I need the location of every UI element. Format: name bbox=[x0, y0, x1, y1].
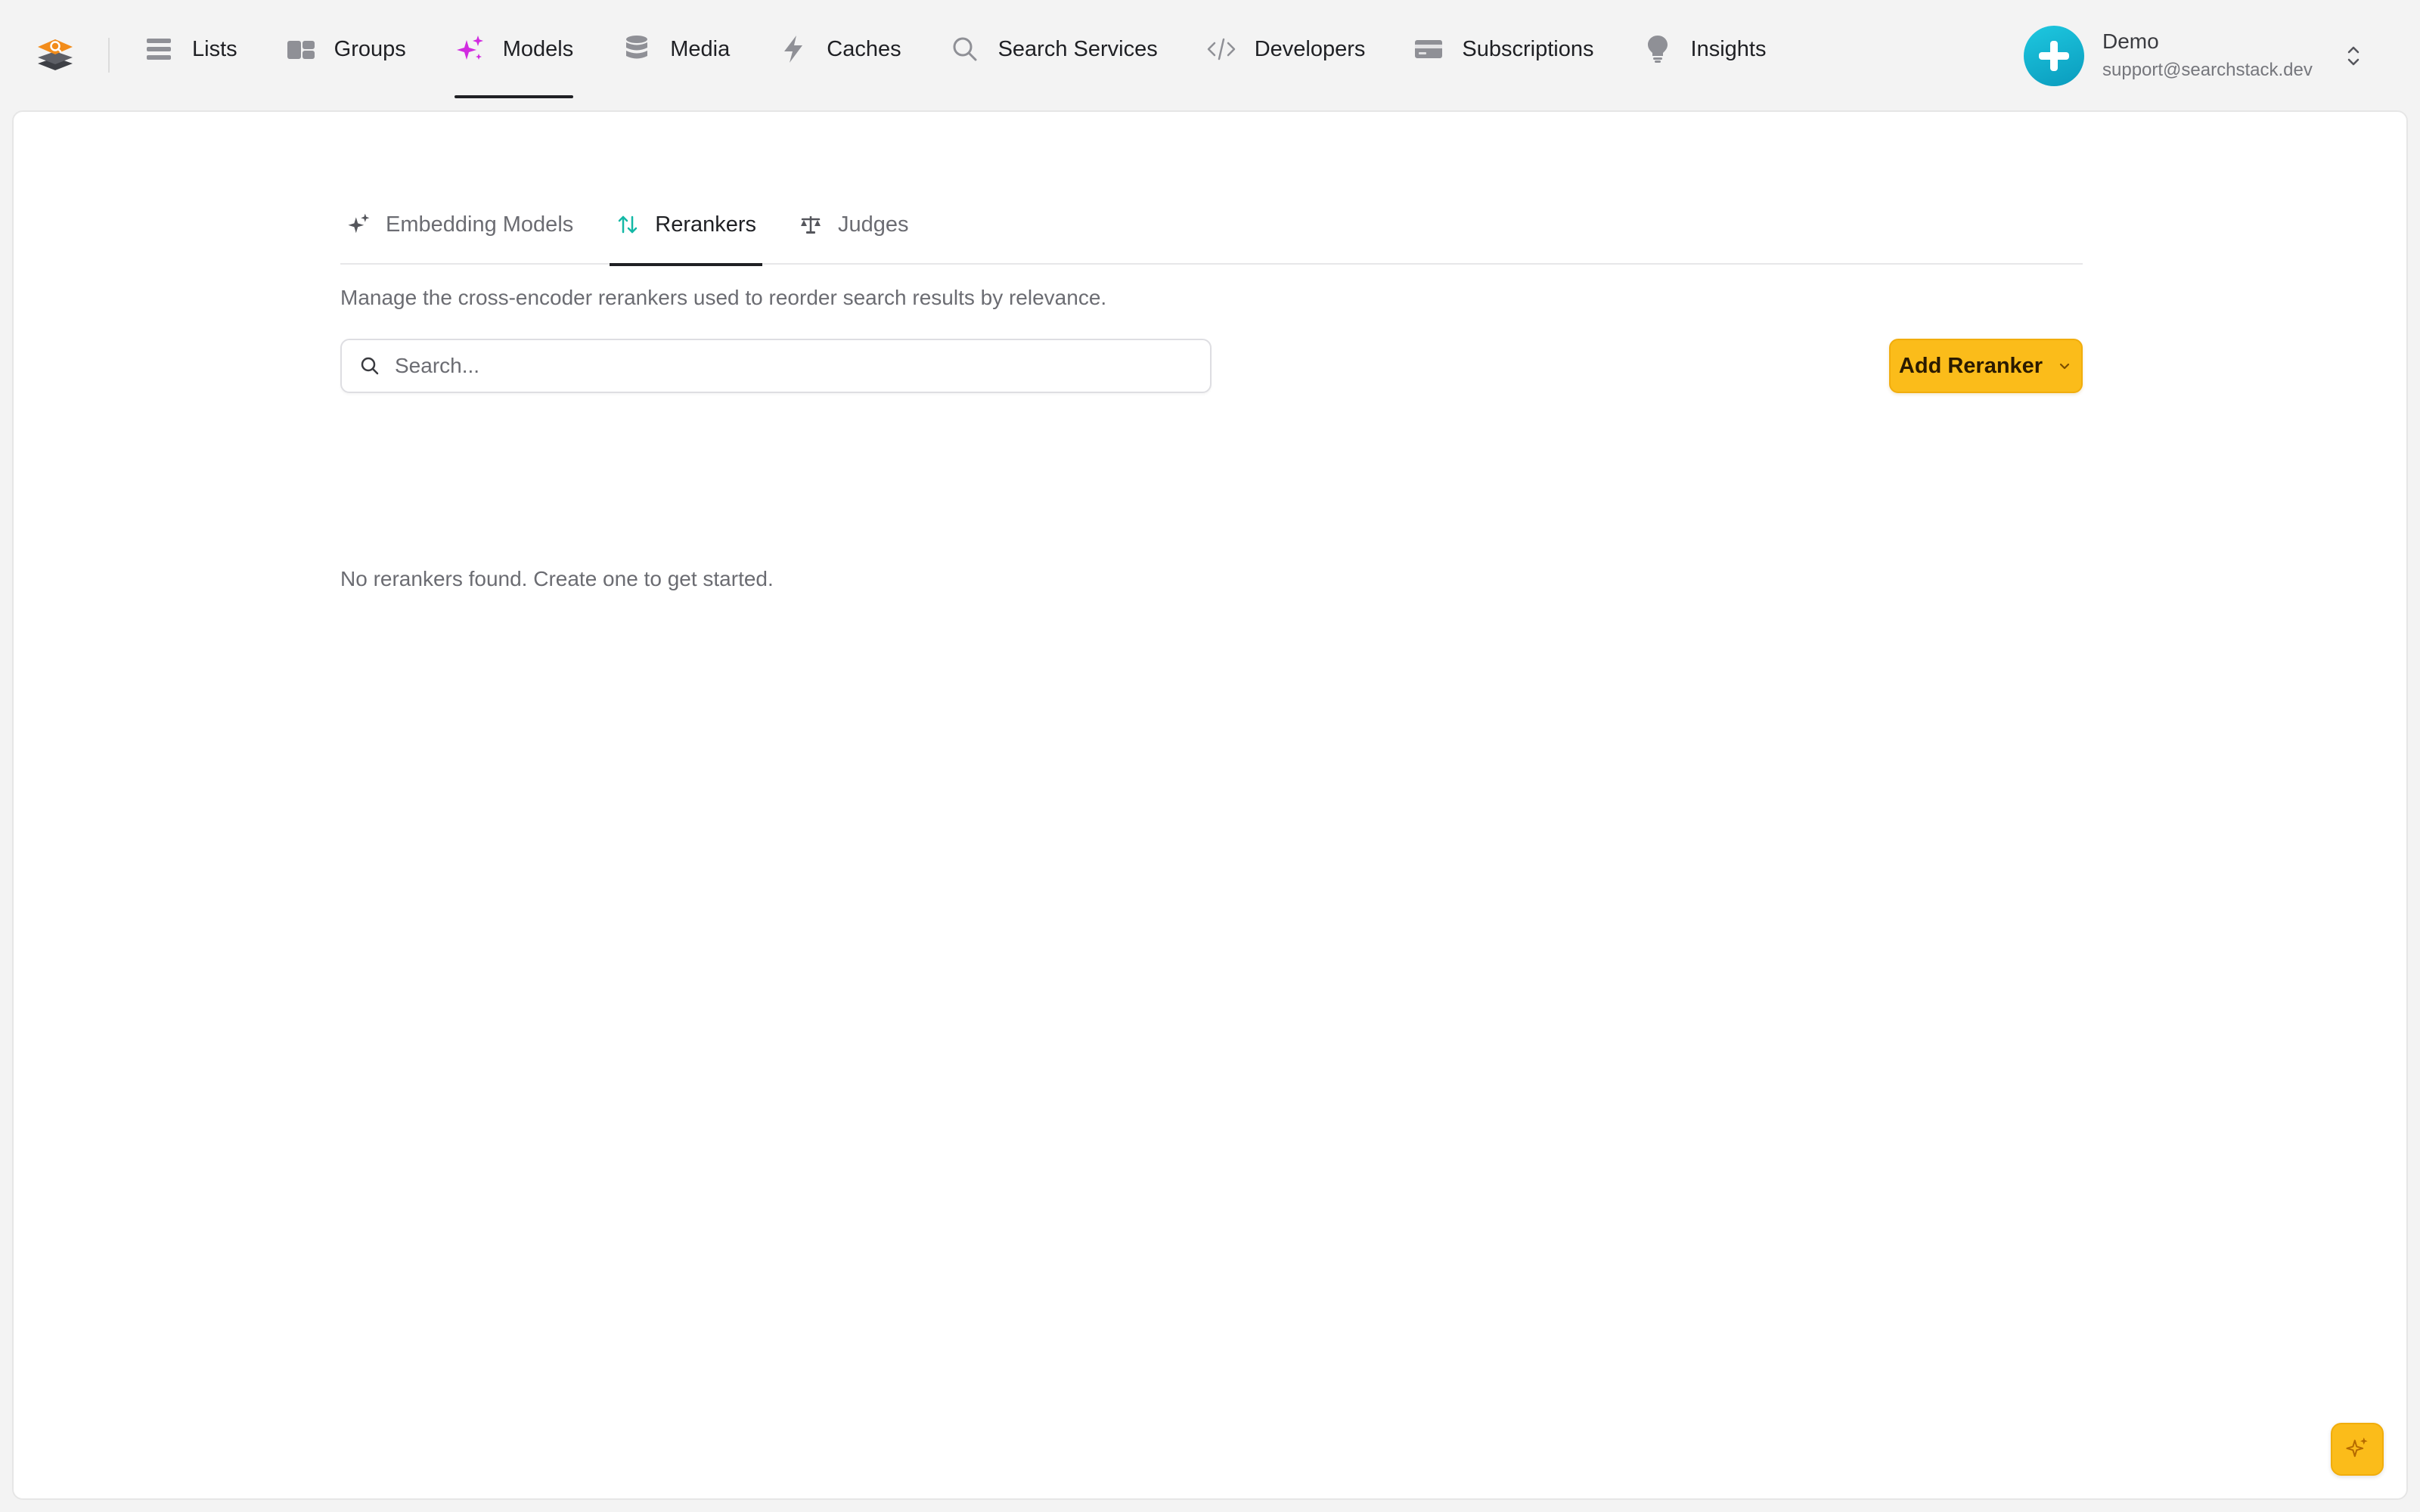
tab-rerankers[interactable]: Rerankers bbox=[610, 184, 762, 266]
account-info: Demo support@searchstack.dev bbox=[2102, 27, 2313, 85]
sparkles-icon bbox=[346, 212, 371, 237]
tab-label: Judges bbox=[838, 212, 909, 237]
groups-icon bbox=[286, 34, 316, 64]
top-navigation: Lists Groups Models Media Caches Search … bbox=[0, 0, 2420, 110]
sort-arrows-icon bbox=[616, 212, 640, 237]
nav-item-insights[interactable]: Insights bbox=[1643, 0, 1767, 98]
models-tabs: Embedding Models Rerankers Judges bbox=[340, 184, 2083, 266]
nav-item-label: Search Services bbox=[997, 36, 1158, 61]
nav-item-label: Developers bbox=[1254, 36, 1366, 61]
tab-judges[interactable]: Judges bbox=[793, 184, 915, 265]
nav-item-models[interactable]: Models bbox=[454, 0, 574, 98]
nav-item-label: Groups bbox=[334, 36, 406, 61]
nav-item-groups[interactable]: Groups bbox=[286, 0, 406, 98]
add-reranker-button[interactable]: Add Reranker bbox=[1889, 339, 2083, 393]
add-reranker-label: Add Reranker bbox=[1898, 353, 2043, 378]
scale-icon bbox=[799, 212, 823, 237]
empty-state-message: No rerankers found. Create one to get st… bbox=[340, 567, 774, 590]
nav-item-lists[interactable]: Lists bbox=[144, 0, 237, 98]
tab-label: Embedding Models bbox=[386, 212, 574, 237]
main-card: Embedding Models Rerankers Judges Manage… bbox=[12, 110, 2408, 1500]
logo-divider bbox=[108, 38, 110, 73]
nav-item-label: Media bbox=[670, 36, 731, 61]
search-icon bbox=[950, 34, 980, 64]
nav-item-media[interactable]: Media bbox=[622, 0, 730, 98]
nav-item-label: Lists bbox=[192, 36, 237, 61]
database-icon bbox=[622, 34, 652, 64]
nav-item-label: Caches bbox=[827, 36, 901, 61]
page-description: Manage the cross-encoder rerankers used … bbox=[340, 286, 1107, 309]
account-switcher[interactable]: Demo support@searchstack.dev bbox=[2024, 24, 2379, 88]
sparkles-icon bbox=[455, 34, 485, 64]
sparkles-icon bbox=[2345, 1436, 2369, 1464]
tab-embedding-models[interactable]: Embedding Models bbox=[340, 184, 579, 265]
bolt-icon bbox=[778, 34, 808, 64]
nav-item-developers[interactable]: Developers bbox=[1206, 0, 1366, 98]
nav-item-label: Models bbox=[502, 36, 574, 61]
nav-item-subscriptions[interactable]: Subscriptions bbox=[1413, 0, 1594, 98]
avatar bbox=[2024, 26, 2084, 86]
account-name: Demo bbox=[2102, 29, 2159, 53]
lightbulb-icon bbox=[1643, 34, 1673, 64]
nav-item-caches[interactable]: Caches bbox=[778, 0, 901, 98]
logo-icon[interactable] bbox=[35, 35, 76, 76]
search-field[interactable] bbox=[340, 339, 1212, 393]
chevron-up-down-icon bbox=[2343, 41, 2364, 71]
search-icon bbox=[358, 355, 381, 377]
list-icon bbox=[144, 34, 174, 64]
ai-assistant-button[interactable] bbox=[2331, 1423, 2384, 1476]
plus-icon bbox=[2039, 41, 2069, 71]
credit-card-icon bbox=[1413, 34, 1444, 64]
code-icon bbox=[1206, 34, 1236, 64]
nav-item-label: Subscriptions bbox=[1462, 36, 1594, 61]
main-nav: Lists Groups Models Media Caches Search … bbox=[144, 0, 1814, 98]
chevron-down-icon bbox=[2056, 358, 2073, 374]
nav-item-label: Insights bbox=[1690, 36, 1767, 61]
nav-item-search-services[interactable]: Search Services bbox=[950, 0, 1158, 98]
tab-label: Rerankers bbox=[655, 212, 757, 237]
search-input[interactable] bbox=[393, 343, 1210, 389]
account-email: support@searchstack.dev bbox=[2102, 60, 2313, 80]
